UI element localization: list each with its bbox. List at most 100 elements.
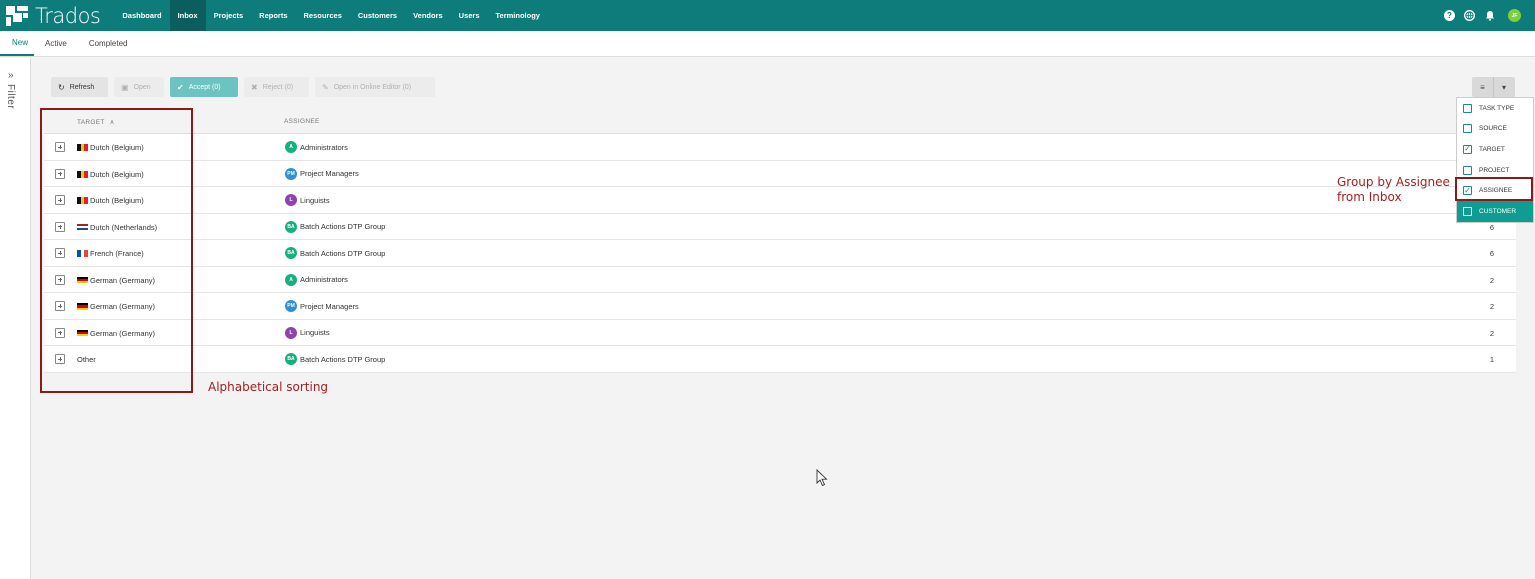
- tab-active[interactable]: Active: [34, 30, 78, 56]
- open-label: Open: [133, 83, 151, 91]
- table-row[interactable]: French (France) BA Batch Actions DTP Gro…: [44, 240, 1516, 267]
- column-option-label: TASK TYPE: [1479, 104, 1515, 112]
- open-online-editor-button[interactable]: ✎ Open in Online Editor (0): [315, 77, 435, 97]
- table-row[interactable]: German (Germany) PM Project Managers 2: [44, 293, 1516, 320]
- checkbox-icon[interactable]: ✓: [1463, 144, 1472, 154]
- task-count: 1: [1489, 355, 1494, 364]
- inbox-table: TARGET ∧ ASSIGNEE Dutch (Belgium) A Admi…: [44, 110, 1516, 373]
- checkbox-icon[interactable]: [1463, 103, 1472, 113]
- inbox-subtabs: New Active Completed: [0, 31, 1535, 57]
- assignee-cell: PM Project Managers: [285, 167, 359, 180]
- assignee-cell: BA Batch Actions DTP Group: [285, 220, 386, 233]
- column-option-source[interactable]: SOURCE: [1457, 119, 1533, 140]
- table-row[interactable]: Dutch (Netherlands) BA Batch Actions DTP…: [44, 213, 1516, 240]
- checkmark-icon: ✔: [177, 82, 184, 92]
- nav-resources[interactable]: Resources: [296, 0, 350, 31]
- column-option-task-type[interactable]: TASK TYPE: [1457, 98, 1533, 119]
- refresh-label: Refresh: [69, 83, 95, 91]
- checkbox-icon[interactable]: [1463, 206, 1472, 216]
- open-icon: ▣: [121, 82, 129, 92]
- filter-panel[interactable]: » Filter: [0, 58, 31, 579]
- user-avatar[interactable]: JF: [1508, 9, 1521, 22]
- assignee-avatar: PM: [285, 300, 297, 312]
- assignee-cell: PM Project Managers: [285, 300, 359, 312]
- column-option-customer[interactable]: CUSTOMER: [1457, 200, 1533, 222]
- globe-icon[interactable]: [1464, 10, 1475, 21]
- reject-label: Reject (0): [262, 83, 294, 91]
- filter-label: Filter: [5, 84, 16, 110]
- trados-logo[interactable]: Trados: [0, 0, 101, 31]
- assignee-avatar: BA: [285, 220, 297, 233]
- assignee-avatar: A: [285, 273, 297, 286]
- assignee-avatar: A: [285, 141, 297, 153]
- nav-users[interactable]: Users: [451, 0, 488, 31]
- assignee-name: Project Managers: [300, 169, 359, 178]
- column-option-label: SOURCE: [1479, 125, 1507, 133]
- nav-customers[interactable]: Customers: [350, 0, 405, 31]
- checkbox-icon[interactable]: [1463, 124, 1472, 134]
- assignee-avatar: L: [285, 194, 297, 206]
- help-icon[interactable]: ?: [1444, 10, 1455, 21]
- column-option-target[interactable]: ✓ TARGET: [1457, 139, 1533, 160]
- nav-projects[interactable]: Projects: [206, 0, 252, 31]
- assignee-name: Project Managers: [300, 301, 359, 311]
- table-row[interactable]: German (Germany) A Administrators 2: [44, 266, 1516, 293]
- column-header-assignee[interactable]: ASSIGNEE: [284, 118, 320, 125]
- accept-button[interactable]: ✔ Accept (0): [170, 77, 238, 97]
- assignee-cell: A Administrators: [285, 141, 348, 153]
- assignee-name: Linguists: [300, 328, 330, 337]
- checkbox-icon[interactable]: [1463, 165, 1472, 175]
- assignee-name: Linguists: [300, 195, 330, 205]
- assignee-name: Administrators: [300, 142, 348, 152]
- tab-completed[interactable]: Completed: [78, 30, 139, 56]
- task-count: 2: [1489, 302, 1494, 311]
- nav-reports[interactable]: Reports: [251, 0, 295, 31]
- column-option-label: PROJECT: [1479, 166, 1510, 174]
- list-icon[interactable]: ≡: [1472, 77, 1493, 97]
- open-online-editor-label: Open in Online Editor (0): [333, 83, 412, 91]
- table-row[interactable]: German (Germany) L Linguists 2: [44, 319, 1516, 346]
- assignee-cell: L Linguists: [285, 326, 330, 339]
- annotation-group-by-assignee: Group by Assignee from Inbox: [1337, 175, 1450, 204]
- app-name: Trados: [35, 3, 101, 28]
- annotation-alphabetical-sorting: Alphabetical sorting: [208, 380, 329, 394]
- bell-icon[interactable]: [1484, 10, 1495, 21]
- assignee-name: Batch Actions DTP Group: [300, 222, 386, 231]
- column-option-label: TARGET: [1479, 145, 1505, 153]
- mouse-cursor-icon: [816, 469, 828, 487]
- nav-inbox[interactable]: Inbox: [169, 0, 206, 31]
- target-column-highlight: [40, 108, 193, 393]
- top-navigation-bar: Trados Dashboard Inbox Projects Reports …: [0, 0, 1535, 31]
- table-row[interactable]: Dutch (Belgium) A Administrators: [44, 134, 1516, 161]
- table-body: Dutch (Belgium) A Administrators Dutch (…: [44, 134, 1516, 373]
- column-chooser-button[interactable]: ≡ ▾: [1472, 77, 1515, 97]
- open-button[interactable]: ▣ Open: [114, 77, 164, 97]
- assignee-avatar: BA: [285, 353, 297, 365]
- edit-icon: ✎: [322, 82, 329, 92]
- task-count: 6: [1489, 249, 1494, 258]
- top-icons: ? JF: [1444, 0, 1521, 31]
- tab-new[interactable]: New: [0, 30, 35, 56]
- assignee-name: Batch Actions DTP Group: [300, 248, 386, 258]
- close-icon: ✖: [251, 82, 258, 92]
- nav-vendors[interactable]: Vendors: [405, 0, 451, 31]
- caret-down-icon[interactable]: ▾: [1493, 77, 1514, 97]
- nav-dashboard[interactable]: Dashboard: [114, 0, 169, 31]
- reject-button[interactable]: ✖ Reject (0): [244, 77, 309, 97]
- table-row[interactable]: Other BA Batch Actions DTP Group 1: [44, 346, 1516, 373]
- refresh-button[interactable]: ↻ Refresh: [51, 77, 108, 97]
- refresh-icon: ↻: [58, 82, 65, 92]
- table-header: TARGET ∧ ASSIGNEE: [44, 110, 1516, 134]
- assignee-cell: A Administrators: [285, 273, 348, 286]
- assignee-cell: L Linguists: [285, 194, 330, 206]
- assignee-avatar: BA: [285, 247, 297, 259]
- expand-filter-icon[interactable]: »: [8, 70, 14, 81]
- table-row[interactable]: Dutch (Belgium) L Linguists: [44, 187, 1516, 214]
- table-row[interactable]: Dutch (Belgium) PM Project Managers: [44, 160, 1516, 187]
- accept-label: Accept (0): [188, 83, 221, 91]
- nav-terminology[interactable]: Terminology: [488, 0, 548, 31]
- assignee-option-highlight: [1455, 177, 1533, 201]
- task-count: 6: [1489, 222, 1494, 232]
- trados-logo-icon: [6, 5, 28, 26]
- assignee-name: Administrators: [300, 275, 348, 284]
